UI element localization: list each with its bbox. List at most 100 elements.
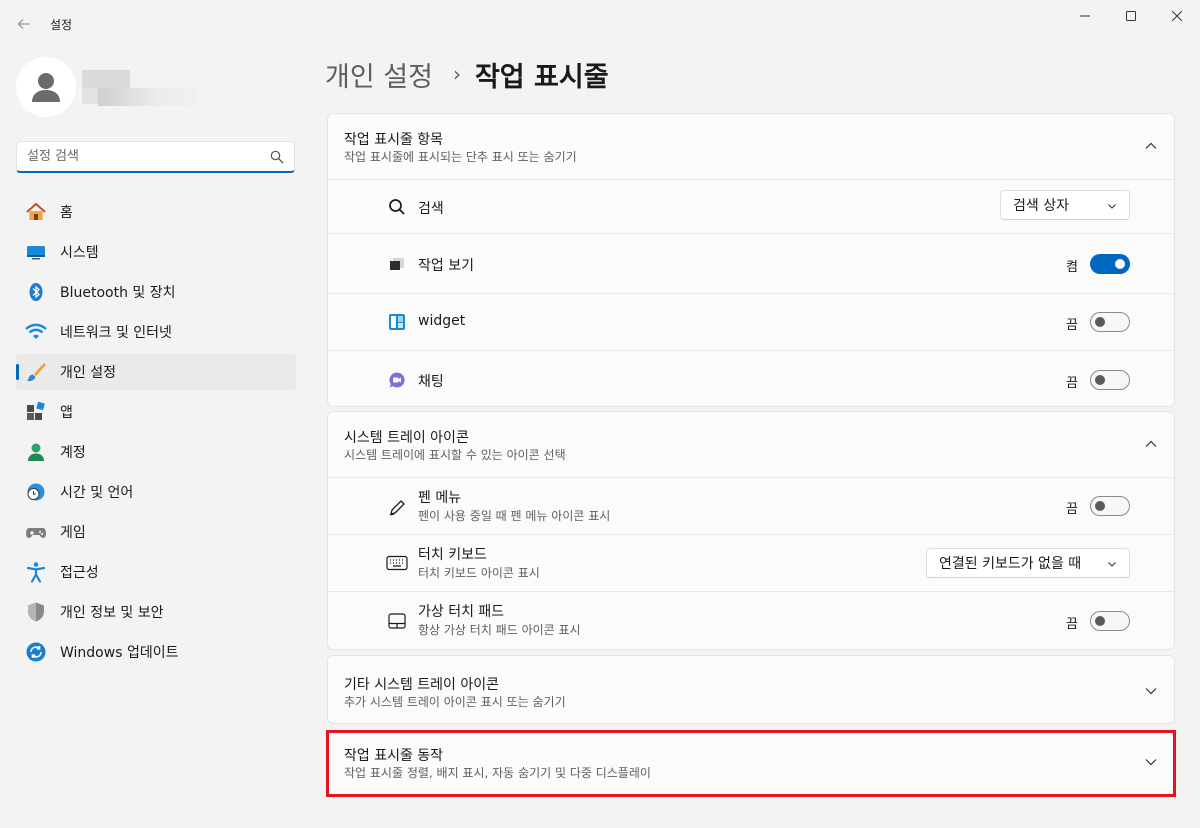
taskbar-behaviors-section[interactable]: 작업 표시줄 동작 작업 표시줄 정렬, 배지 표시, 자동 숨기기 및 다중 … [327,731,1175,796]
close-icon [1172,11,1182,21]
chevron-down-icon [1108,562,1116,567]
section-title: 작업 표시줄 항목 [344,132,444,148]
search-mode-dropdown[interactable]: 검색 상자 [1000,190,1130,220]
setting-label: 터치 키보드 [418,547,487,563]
chevron-down-icon [1108,204,1116,209]
keyboard-icon [386,554,408,572]
search-input[interactable] [17,142,257,170]
update-icon [25,641,47,663]
sidebar-item-time-language[interactable]: 시간 및 언어 [16,474,296,510]
setting-row-pen-menu: 펜 메뉴 펜이 사용 중일 때 펜 메뉴 아이콘 표시 끔 [328,477,1174,534]
touchpad-icon [388,612,406,630]
setting-row-task-view: 작업 보기 켬 [328,233,1174,293]
task-view-toggle[interactable] [1090,254,1130,274]
other-tray-icons-header[interactable]: 기타 시스템 트레이 아이콘 추가 시스템 트레이 아이콘 표시 또는 숨기기 [328,656,1174,723]
setting-description: 항상 가상 터치 패드 아이콘 표시 [418,623,581,637]
setting-label: 채팅 [418,374,444,390]
sidebar-item-network[interactable]: 네트워크 및 인터넷 [16,314,296,350]
setting-label: 펜 메뉴 [418,490,462,506]
setting-label: 가상 터치 패드 [418,604,505,620]
section-title: 기타 시스템 트레이 아이콘 [344,677,500,693]
system-icon [25,241,47,263]
gamepad-icon [25,521,47,543]
maximize-button[interactable] [1108,0,1154,32]
sidebar-item-windows-update[interactable]: Windows 업데이트 [16,634,296,670]
toggle-state-text: 끔 [1066,617,1078,632]
user-email-redacted-fade [98,88,198,106]
taskbar-behaviors-header[interactable]: 작업 표시줄 동작 작업 표시줄 정렬, 배지 표시, 자동 숨기기 및 다중 … [328,732,1174,795]
sidebar-item-apps[interactable]: 앱 [16,394,296,430]
chevron-up-icon [1145,440,1157,447]
section-subtitle: 작업 표시줄 정렬, 배지 표시, 자동 숨기기 및 다중 디스플레이 [344,766,651,780]
minimize-button[interactable] [1062,0,1108,32]
pen-menu-toggle[interactable] [1090,496,1130,516]
account-icon [25,441,47,463]
apps-icon [25,401,47,423]
dropdown-value: 연결된 키보드가 없을 때 [939,556,1082,572]
page-title: 작업 표시줄 [474,61,609,93]
pen-icon [388,499,406,517]
toggle-state-text: 끔 [1066,318,1078,333]
taskbar-items-header[interactable]: 작업 표시줄 항목 작업 표시줄에 표시되는 단추 표시 또는 숨기기 [328,114,1174,179]
back-arrow-icon [17,19,30,29]
chat-toggle[interactable] [1090,370,1130,390]
widget-icon [388,313,406,331]
app-title: 설정 [50,18,73,32]
setting-description: 터치 키보드 아이콘 표시 [418,566,540,580]
section-subtitle: 추가 시스템 트레이 아이콘 표시 또는 숨기기 [344,695,566,709]
sidebar-item-home[interactable]: 홈 [16,194,296,230]
shield-icon [25,601,47,623]
setting-row-chat: 채팅 끔 [328,350,1174,408]
setting-row-search: 검색 검색 상자 [328,179,1174,233]
sidebar-item-bluetooth[interactable]: Bluetooth 및 장치 [16,274,296,310]
dropdown-value: 검색 상자 [1013,198,1069,214]
wifi-icon [25,321,47,343]
system-tray-icons-section: 시스템 트레이 아이콘 시스템 트레이에 표시할 수 있는 아이콘 선택 펜 메… [327,411,1175,650]
bluetooth-icon [25,281,47,303]
brush-icon [25,361,47,383]
sidebar-item-system[interactable]: 시스템 [16,234,296,270]
other-tray-icons-section[interactable]: 기타 시스템 트레이 아이콘 추가 시스템 트레이 아이콘 표시 또는 숨기기 [327,655,1175,724]
chevron-up-icon [1145,142,1157,149]
section-subtitle: 작업 표시줄에 표시되는 단추 표시 또는 숨기기 [344,150,577,164]
toggle-knob [1095,501,1105,511]
setting-description: 펜이 사용 중일 때 펜 메뉴 아이콘 표시 [418,509,611,523]
sidebar-item-personalization[interactable]: 개인 설정 [16,354,296,390]
system-tray-icons-header[interactable]: 시스템 트레이 아이콘 시스템 트레이에 표시할 수 있는 아이콘 선택 [328,412,1174,477]
search-icon [388,198,406,216]
section-title: 시스템 트레이 아이콘 [344,430,469,446]
sidebar-item-accounts[interactable]: 계정 [16,434,296,470]
user-icon [32,73,60,102]
task-view-icon [388,255,406,273]
search-box[interactable] [16,141,295,173]
virtual-touchpad-toggle[interactable] [1090,611,1130,631]
search-icon[interactable] [270,150,284,164]
close-button[interactable] [1154,0,1200,32]
setting-label: 검색 [418,201,444,217]
back-button[interactable] [10,10,38,38]
chat-icon [388,371,406,389]
toggle-state-text: 켬 [1066,260,1078,275]
setting-label: 작업 보기 [418,258,474,274]
sidebar-item-privacy[interactable]: 개인 정보 및 보안 [16,594,296,630]
sidebar-item-accessibility[interactable]: 접근성 [16,554,296,590]
toggle-knob [1095,616,1105,626]
maximize-icon [1126,11,1136,21]
chevron-down-icon [1145,688,1157,695]
sidebar-nav: 홈 시스템 Bluetooth 및 장치 네트워크 및 인터넷 개인 설정 앱 [16,194,296,674]
setting-row-touch-keyboard: 터치 키보드 터치 키보드 아이콘 표시 연결된 키보드가 없을 때 [328,534,1174,591]
section-title: 작업 표시줄 동작 [344,748,444,764]
touch-keyboard-dropdown[interactable]: 연결된 키보드가 없을 때 [926,548,1130,578]
breadcrumb: 개인 설정 › 작업 표시줄 [325,52,609,96]
user-name-redacted [82,70,130,90]
chevron-down-icon [1145,759,1157,766]
avatar[interactable] [16,57,76,117]
setting-row-virtual-touchpad: 가상 터치 패드 항상 가상 터치 패드 아이콘 표시 끔 [328,591,1174,649]
breadcrumb-separator: › [452,62,461,86]
minimize-icon [1080,15,1090,17]
breadcrumb-parent[interactable]: 개인 설정 [325,55,433,94]
setting-label: widget [418,313,466,329]
sidebar-item-gaming[interactable]: 게임 [16,514,296,550]
accessibility-icon [25,561,47,583]
widget-toggle[interactable] [1090,312,1130,332]
